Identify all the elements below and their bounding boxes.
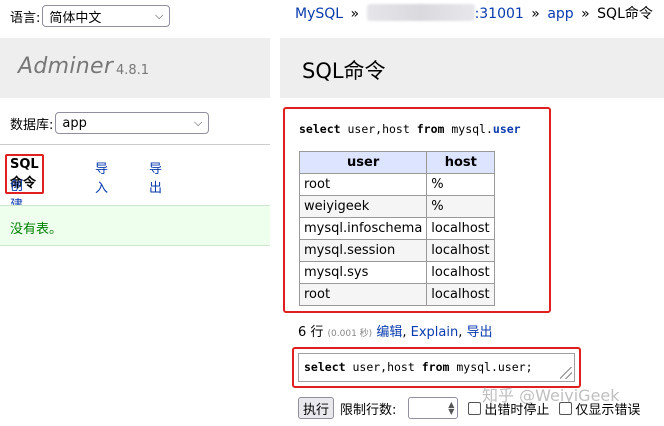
page-title: SQL命令 bbox=[302, 59, 386, 83]
sql-table-link[interactable]: user bbox=[493, 122, 521, 136]
breadcrumb-separator: » bbox=[581, 6, 590, 22]
page-title-band: SQL命令 bbox=[280, 38, 664, 98]
stop-on-error-checkbox[interactable] bbox=[468, 401, 482, 415]
database-label: 数据库: bbox=[10, 117, 54, 133]
execute-row: 执行 限制行数: ▲ ▼ 出错时停止 仅显示错误 bbox=[298, 397, 640, 419]
only-errors-label: 仅显示错误 bbox=[575, 402, 641, 418]
executed-query: select user,host from mysql.user bbox=[299, 122, 521, 136]
table-row: mysql.infoschema localhost bbox=[298, 217, 496, 240]
column-header-user[interactable]: user bbox=[298, 151, 428, 174]
cell-user: weiyigeek bbox=[298, 195, 428, 218]
table-header-row: user host bbox=[298, 151, 496, 174]
sql-editor-content[interactable]: select user,host from mysql.user; bbox=[304, 360, 533, 374]
limit-input[interactable]: ▲ ▼ bbox=[408, 397, 459, 419]
query-time: (0.001 秒) bbox=[327, 329, 373, 339]
cell-host: % bbox=[426, 173, 496, 196]
cell-host: localhost bbox=[426, 239, 496, 262]
cell-user: mysql.sys bbox=[298, 261, 428, 284]
logo-band: Adminer 4.8.1 bbox=[0, 38, 270, 98]
explain-link[interactable]: Explain bbox=[411, 325, 459, 340]
resize-grip-icon[interactable] bbox=[560, 367, 572, 379]
execute-button[interactable]: 执行 bbox=[298, 397, 335, 419]
import-link[interactable]: 导入 bbox=[95, 158, 108, 196]
breadcrumb-driver-link[interactable]: MySQL bbox=[295, 6, 343, 22]
no-tables-text: 没有表。 bbox=[10, 222, 63, 237]
sidebar: 语言: 简体中文 ⌵ Adminer 4.8.1 数据库: app ⌵ SQL命… bbox=[0, 0, 270, 426]
limit-label: 限制行数: bbox=[340, 402, 397, 418]
database-select[interactable]: app ⌵ bbox=[55, 112, 210, 134]
table-row: weiyigeek % bbox=[298, 195, 496, 218]
row-info: 6 行 (0.001 秒) 编辑, Explain, 导出 bbox=[298, 325, 493, 340]
language-select[interactable]: 简体中文 ⌵ bbox=[42, 5, 171, 27]
table-row: mysql.session localhost bbox=[298, 239, 496, 262]
cell-host: localhost bbox=[426, 217, 496, 240]
cell-host: localhost bbox=[426, 283, 496, 306]
breadcrumb-separator: » bbox=[350, 6, 360, 22]
sql-rest: mysql.user; bbox=[449, 360, 533, 374]
language-select-value: 简体中文 bbox=[49, 10, 102, 26]
cell-user: mysql.session bbox=[298, 239, 428, 262]
language-row: 语言: 简体中文 ⌵ bbox=[10, 5, 171, 27]
chevron-down-icon: ⌵ bbox=[155, 9, 164, 22]
breadcrumb-current: SQL命令 bbox=[597, 6, 653, 22]
sql-schema: mysql. bbox=[444, 122, 493, 136]
result-table: user host root % weiyigeek % mysql.infos… bbox=[298, 151, 496, 306]
breadcrumb-server-link[interactable]: :31001 bbox=[475, 6, 524, 22]
sql-keyword: from bbox=[421, 360, 450, 374]
table-row: root localhost bbox=[298, 283, 496, 306]
only-errors-checkbox[interactable] bbox=[559, 401, 573, 415]
export-result-link[interactable]: 导出 bbox=[466, 325, 492, 340]
sql-editor[interactable]: select user,host from mysql.user; bbox=[298, 353, 575, 382]
cell-user: mysql.infoschema bbox=[298, 217, 428, 240]
cell-host: % bbox=[426, 195, 496, 218]
cell-user: root bbox=[298, 283, 428, 306]
export-link[interactable]: 导出 bbox=[149, 158, 162, 196]
app-logo-name[interactable]: Adminer bbox=[18, 54, 113, 79]
edit-link[interactable]: 编辑 bbox=[376, 325, 402, 340]
row-count: 6 行 bbox=[298, 325, 324, 340]
sql-keyword: select bbox=[304, 360, 346, 374]
breadcrumb-separator: » bbox=[531, 6, 540, 22]
chevron-down-icon: ⌵ bbox=[194, 116, 203, 129]
cell-host: localhost bbox=[426, 261, 496, 284]
sidebar-divider bbox=[0, 144, 270, 145]
language-label: 语言: bbox=[10, 10, 41, 26]
query-result-highlight: select user,host from mysql.user user ho… bbox=[283, 107, 551, 313]
database-select-value: app bbox=[62, 115, 87, 131]
sql-keyword: select bbox=[299, 122, 341, 136]
sql-keyword: from bbox=[416, 122, 445, 136]
cell-user: root bbox=[298, 173, 428, 196]
redacted-server-host bbox=[366, 4, 475, 21]
app-version: 4.8.1 bbox=[116, 63, 150, 78]
no-tables-message: 没有表。 bbox=[0, 205, 270, 246]
table-row: mysql.sys localhost bbox=[298, 261, 496, 284]
sql-columns: user,host bbox=[345, 360, 422, 374]
database-row: 数据库: app ⌵ bbox=[10, 112, 210, 134]
column-header-host[interactable]: host bbox=[426, 151, 496, 174]
stepper-icon[interactable]: ▲ ▼ bbox=[448, 401, 454, 416]
breadcrumb: MySQL » :31001 » app » SQL命令 bbox=[280, 0, 664, 24]
sql-columns: user,host bbox=[340, 122, 417, 136]
table-row: root % bbox=[298, 173, 496, 196]
stop-on-error-label: 出错时停止 bbox=[484, 402, 550, 418]
breadcrumb-database-link[interactable]: app bbox=[547, 6, 573, 22]
